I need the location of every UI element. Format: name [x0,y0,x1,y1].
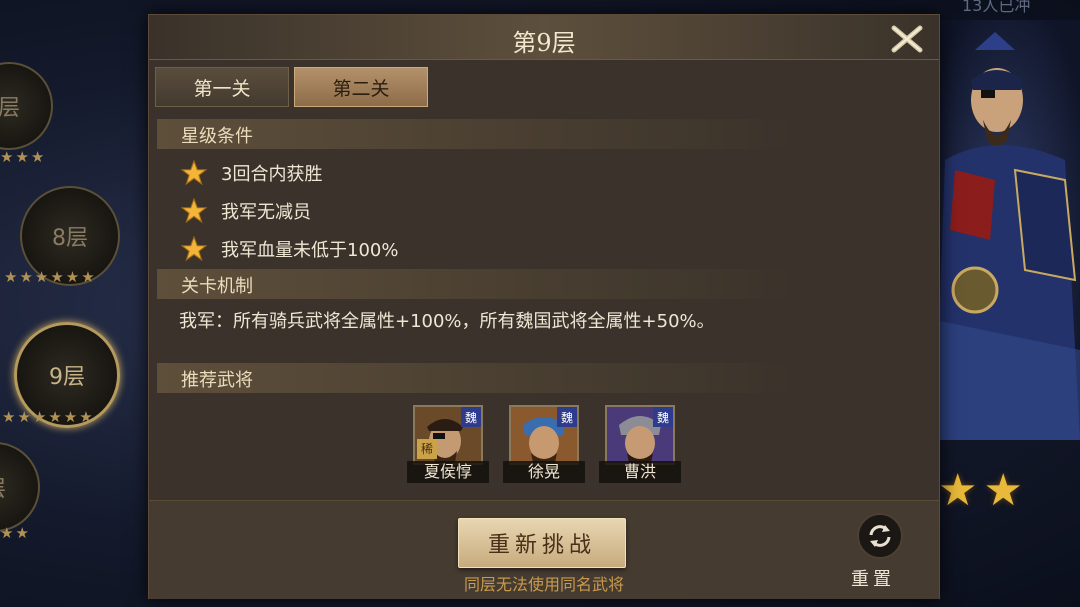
section-title: 关卡机制 [181,276,253,297]
condition-item: 我军无减员 [181,196,311,226]
star-icon [181,198,207,224]
mechanics-header: 关卡机制 [157,269,793,299]
hero-portrait: 魏 稀 [413,405,483,465]
hero-portrait: 魏 [509,405,579,465]
retry-button[interactable]: 重新挑战 [458,518,626,568]
floor-node-10[interactable]: 层 [0,442,40,532]
star-icon [181,236,207,262]
dialog-header: 第9层 [149,15,939,60]
star-icon [181,160,207,186]
close-button[interactable] [878,21,936,57]
condition-text: 我军血量未低于100% [221,240,399,261]
reset-label: 重置 [851,569,895,590]
close-icon [891,25,923,53]
hero-name: 曹洪 [599,461,681,483]
section-title: 推荐武将 [181,370,253,391]
dialog-footer: 重新挑战 同层无法使用同名武将 重置 [149,500,939,599]
floor-detail-dialog: 第9层 第一关 第二关 星级条件 3回合内获胜 我军无减员 我军血量未低于100… [148,14,940,599]
floor-node-7[interactable]: 层 [0,62,53,150]
condition-item: 我军血量未低于100% [181,234,398,264]
floor-label: 层 [0,471,6,503]
floor-label: 8层 [52,226,88,251]
recommended-header: 推荐武将 [157,363,793,393]
floor-stars: ★★★★★★ [4,268,97,286]
floor-label: 层 [0,96,20,121]
faction-badge: 魏 [557,407,577,427]
hero-name: 夏侯惇 [407,461,489,483]
floor-stars: ★★★★★★ [2,408,95,426]
tab-stage-1[interactable]: 第一关 [155,67,289,107]
hero-portrait: 魏 [605,405,675,465]
floor-stars: ★★ [0,524,31,542]
star-conditions-header: 星级条件 [157,119,793,149]
section-title: 星级条件 [181,126,253,147]
floor-stars: ★★★ [0,148,47,166]
condition-item: 3回合内获胜 [181,158,322,188]
dialog-title: 第9层 [512,29,576,57]
condition-text: 我军无减员 [221,202,311,223]
faction-badge: 魏 [653,407,673,427]
hero-name: 徐晃 [503,461,585,483]
hero-illustration [935,20,1080,440]
tab-stage-2[interactable]: 第二关 [294,67,428,107]
faction-badge: 魏 [461,407,481,427]
hint-text: 同层无法使用同名武将 [463,575,624,594]
refresh-icon [857,513,903,559]
bg-star-rating: ★★ [938,465,1029,516]
reset-button[interactable]: 重置 [851,513,903,593]
top-right-text: 13人已冲 [962,0,1031,15]
mechanics-text: 我军：所有骑兵武将全属性+100%，所有魏国武将全属性+50%。 [179,311,715,332]
rarity-tag: 稀 [417,439,437,459]
condition-text: 3回合内获胜 [221,164,323,185]
floor-label: 9层 [49,365,85,390]
